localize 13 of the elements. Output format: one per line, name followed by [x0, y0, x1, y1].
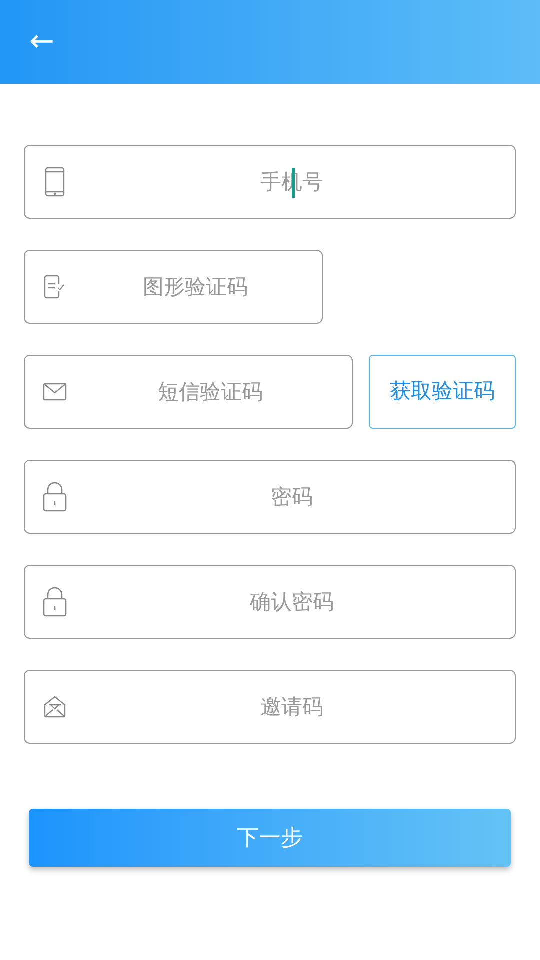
envelope-icon: [43, 383, 67, 401]
text-field[interactable]: 短信验证码: [69, 356, 352, 428]
lock-icon: [43, 587, 67, 617]
text-field[interactable]: 图形验证码: [69, 251, 322, 323]
phone-icon: [45, 167, 65, 197]
next-step-button[interactable]: 下一步: [29, 809, 511, 867]
text-field[interactable]: 图形验证码: [24, 250, 323, 324]
back-button[interactable]: ←: [26, 26, 58, 58]
lock-icon: [43, 482, 67, 512]
text-field[interactable]: 短信验证码: [24, 355, 353, 429]
document-check-icon: [44, 275, 66, 299]
get-code-button[interactable]: 获取验证码: [369, 355, 516, 429]
open-envelope-icon: [44, 696, 66, 718]
